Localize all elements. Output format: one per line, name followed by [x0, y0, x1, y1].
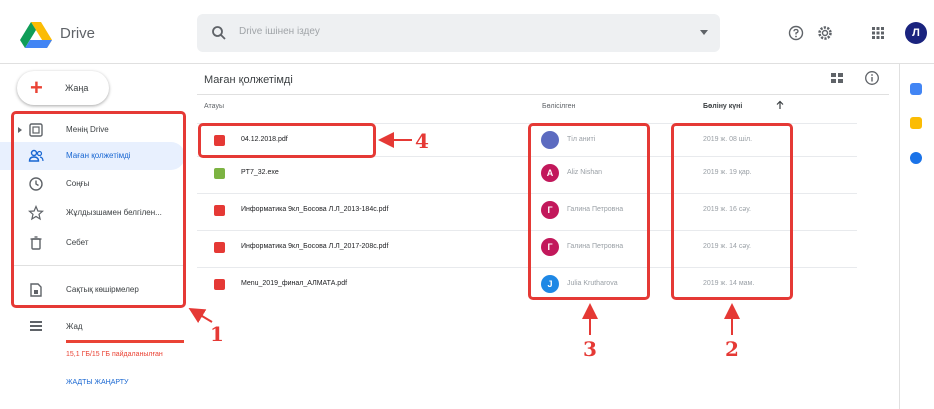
plus-icon: +	[30, 75, 43, 100]
drive-logo-icon[interactable]	[20, 22, 52, 48]
column-header-date[interactable]: Бөліну күні	[703, 103, 742, 110]
help-icon[interactable]	[788, 25, 804, 41]
annotation-number-1: 1	[210, 322, 224, 346]
user-avatar[interactable]: Л	[905, 22, 927, 44]
annotation-number-4: 4	[415, 129, 429, 153]
annotation-box-file	[198, 123, 376, 158]
search-icon[interactable]	[211, 25, 227, 41]
keep-icon[interactable]	[910, 117, 922, 129]
search-options-icon[interactable]	[700, 30, 708, 35]
exe-file-icon	[214, 168, 225, 179]
storage-usage-text: 15,1 ГБ/15 ГБ пайдаланылған	[66, 351, 163, 358]
annotation-number-3: 3	[583, 337, 597, 361]
search-input[interactable]: Drive ішінен іздеу	[239, 26, 320, 37]
annotation-box-owner	[528, 123, 650, 300]
app-name[interactable]: Drive	[60, 25, 95, 42]
annotation-number-2: 2	[725, 337, 739, 361]
file-name[interactable]: Информатика 9кл_Босова Л.Л_2017-208с.pdf	[241, 243, 388, 250]
column-header-name[interactable]: Атауы	[204, 103, 224, 110]
column-header-owner[interactable]: Бөлісілген	[542, 103, 575, 110]
grid-view-icon[interactable]	[829, 70, 845, 86]
annotation-box-date	[671, 123, 793, 300]
file-name[interactable]: Menu_2019_финал_АЛМАТА.pdf	[241, 280, 347, 287]
header-divider	[197, 94, 889, 95]
annotation-box-sidebar	[11, 111, 186, 308]
calendar-icon[interactable]	[910, 83, 922, 95]
apps-grid-icon[interactable]	[870, 25, 886, 41]
page-title: Маған қолжетімді	[204, 74, 293, 86]
pdf-file-icon	[214, 205, 225, 216]
storage-icon	[30, 321, 42, 331]
sort-ascending-icon[interactable]	[775, 100, 785, 110]
upgrade-storage-link[interactable]: ЖАДТЫ ЖАҢАРТУ	[66, 379, 128, 386]
tasks-icon[interactable]	[910, 152, 922, 164]
new-button[interactable]: + Жаңа	[17, 71, 109, 105]
info-icon[interactable]	[864, 70, 880, 86]
search-bar[interactable]: Drive ішінен іздеу	[197, 14, 720, 52]
top-bar: Drive Drive ішінен іздеу Л	[0, 0, 934, 64]
new-button-label: Жаңа	[65, 83, 89, 93]
settings-icon[interactable]	[817, 25, 833, 41]
storage-usage-bar	[66, 340, 184, 343]
pdf-file-icon	[214, 279, 225, 290]
file-name[interactable]: Информатика 9кл_Босова Л.Л_2013-184с.pdf	[241, 206, 388, 213]
file-name[interactable]: PT7_32.exe	[241, 169, 279, 176]
storage-label[interactable]: Жад	[66, 322, 83, 331]
pdf-file-icon	[214, 242, 225, 253]
storage-usage-fill	[66, 340, 184, 343]
side-panel-divider	[899, 64, 900, 409]
